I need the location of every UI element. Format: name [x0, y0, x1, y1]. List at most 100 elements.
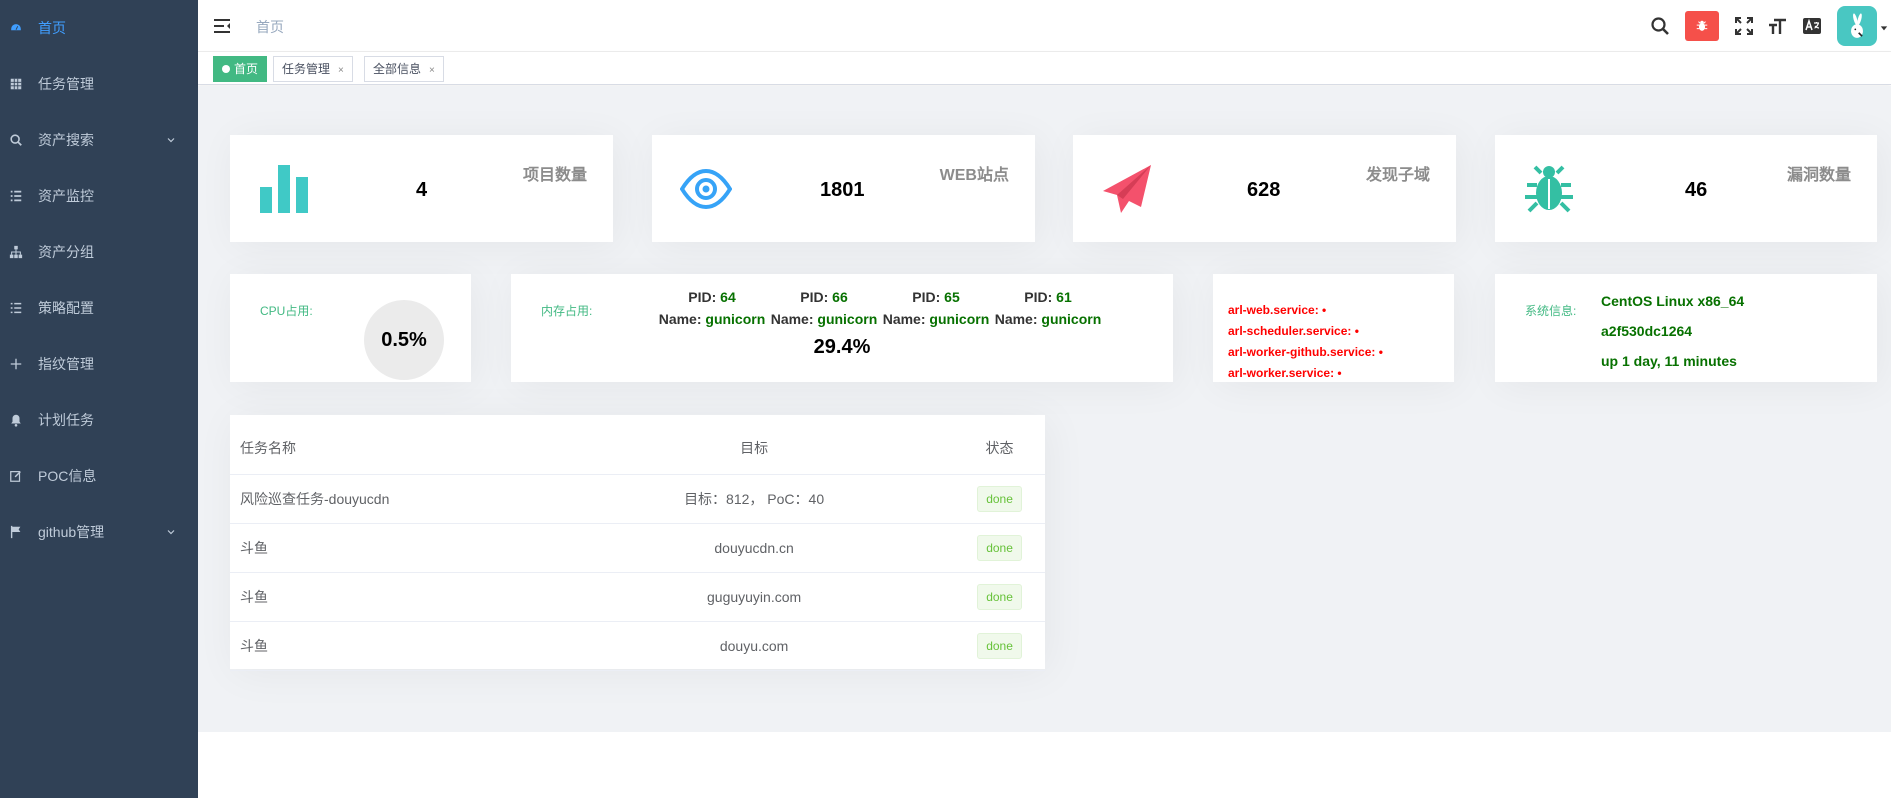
bug-icon [1525, 165, 1573, 213]
tree-icon [8, 244, 24, 260]
pid-value: 64 [720, 289, 736, 305]
task-name: 斗鱼 [230, 621, 555, 671]
pid-label: PID: [688, 289, 717, 305]
sidebar-item-asset-search[interactable]: 资产搜索 [0, 112, 198, 168]
tag-task-management[interactable]: 任务管理 × [273, 56, 353, 82]
column-header: 状态 [954, 415, 1045, 475]
process-item: PID: 64 Name: gunicorn [656, 286, 768, 330]
stat-value: 46 [1685, 179, 1708, 201]
name-label: Name: [994, 311, 1038, 327]
task-status-cell: done [954, 474, 1045, 524]
column-header: 任务名称 [230, 415, 555, 475]
search-icon[interactable] [1643, 9, 1677, 43]
service-status: arl-worker.service: • [1228, 366, 1342, 380]
sidebar-item-label: github管理 [38, 524, 105, 540]
status-badge: done [977, 583, 1022, 610]
table-row[interactable]: 斗鱼 guguyuyin.com done [230, 572, 1045, 622]
pid-label: PID: [1024, 289, 1053, 305]
pid-value: 61 [1056, 289, 1072, 305]
service-status: arl-scheduler.service: • [1228, 324, 1359, 338]
pid-label: PID: [912, 289, 941, 305]
sidebar-item-label: 指纹管理 [38, 356, 94, 372]
services-card: arl-web.service: • arl-scheduler.service… [1213, 274, 1454, 382]
sidebar-item-tasks[interactable]: 任务管理 [0, 56, 198, 112]
pid-label: PID: [800, 289, 829, 305]
sidebar-item-fingerprint[interactable]: 指纹管理 [0, 336, 198, 392]
task-name: 风险巡查任务-douyucdn [230, 474, 555, 524]
service-status: arl-web.service: • [1228, 303, 1327, 317]
bell-icon [8, 412, 24, 428]
translate-icon[interactable] [1795, 9, 1829, 43]
sidebar-item-github[interactable]: github管理 [0, 504, 198, 560]
table-row[interactable]: 斗鱼 douyucdn.cn done [230, 523, 1045, 573]
sidebar-item-label: 任务管理 [38, 76, 94, 92]
process-item: PID: 65 Name: gunicorn [880, 286, 992, 330]
stat-card-subdomains[interactable]: 628 发现子域 [1073, 135, 1456, 242]
sidebar-item-label: 首页 [38, 20, 66, 36]
sidebar-item-asset-monitor[interactable]: 资产监控 [0, 168, 198, 224]
caret-down-icon[interactable] [1877, 16, 1891, 36]
font-size-icon[interactable] [1761, 9, 1795, 43]
dashboard-main: 4 项目数量 1801 WEB站点 628 发现子域 46 漏洞数量 CPU占用… [198, 86, 1891, 732]
dashboard-icon [8, 20, 24, 36]
stat-title: 漏洞数量 [1786, 167, 1851, 184]
system-info-lines: CentOS Linux x86_64 a2f530dc1264 up 1 da… [1601, 286, 1744, 376]
flag-icon [8, 524, 24, 540]
table-row[interactable]: 斗鱼 douyu.com done [230, 621, 1045, 671]
task-name: 斗鱼 [230, 572, 555, 622]
close-icon[interactable]: × [429, 65, 435, 76]
stat-title: 发现子域 [1365, 167, 1430, 184]
fullscreen-icon[interactable] [1727, 9, 1761, 43]
pid-value: 66 [832, 289, 848, 305]
sidebar-item-asset-group[interactable]: 资产分组 [0, 224, 198, 280]
stat-card-vulnerabilities[interactable]: 46 漏洞数量 [1495, 135, 1877, 242]
task-status-cell: done [954, 523, 1045, 573]
name-label: Name: [882, 311, 926, 327]
stat-title: 项目数量 [522, 167, 587, 184]
host-id: a2f530dc1264 [1601, 323, 1693, 339]
sidebar-item-home[interactable]: 首页 [0, 0, 198, 56]
avatar-rabbit-icon [1851, 13, 1863, 38]
search-icon [8, 132, 24, 148]
sidebar-item-policy[interactable]: 策略配置 [0, 280, 198, 336]
name-label: Name: [770, 311, 814, 327]
stat-card-web-sites[interactable]: 1801 WEB站点 [652, 135, 1035, 242]
status-badge: done [977, 534, 1022, 561]
process-name: gunicorn [817, 311, 878, 327]
stat-value: 1801 [820, 179, 865, 201]
hamburger-menu-icon[interactable] [213, 17, 231, 35]
tag-home[interactable]: 首页 [213, 56, 268, 82]
bar-chart-icon [260, 165, 308, 213]
task-target: guguyuyin.com [554, 572, 955, 622]
tags-view: 首页 任务管理 × 全部信息 × [198, 52, 1891, 85]
name-label: Name: [658, 311, 702, 327]
table-row[interactable]: 风险巡查任务-douyucdn 目标：812， PoC：40 done [230, 474, 1045, 524]
pid-value: 65 [944, 289, 960, 305]
avatar[interactable] [1837, 6, 1877, 46]
stat-card-projects[interactable]: 4 项目数量 [230, 135, 613, 242]
close-icon[interactable]: × [338, 65, 344, 76]
bug-icon [1696, 20, 1708, 31]
task-target: douyu.com [554, 621, 955, 671]
status-badge: done [977, 632, 1022, 659]
stat-value: 4 [416, 179, 428, 201]
navbar-actions [1643, 0, 1891, 52]
os-info: CentOS Linux x86_64 [1601, 293, 1745, 309]
eye-icon [680, 168, 732, 210]
process-item: PID: 61 Name: gunicorn [992, 286, 1104, 330]
tag-all-info[interactable]: 全部信息 × [364, 56, 444, 82]
sidebar-item-scheduled[interactable]: 计划任务 [0, 392, 198, 448]
paper-plane-icon [1103, 165, 1151, 213]
list-icon [8, 188, 24, 204]
table-header-row: 任务名称 目标 状态 [230, 415, 1045, 475]
memory-value: 29.4% [813, 336, 871, 358]
navbar: 首页 [198, 0, 1891, 52]
stat-value: 628 [1247, 179, 1281, 201]
active-dot-icon [222, 65, 230, 73]
sidebar-item-poc[interactable]: POC信息 [0, 448, 198, 504]
service-status: arl-worker-github.service: • [1228, 345, 1383, 359]
bug-report-button[interactable] [1685, 11, 1719, 41]
breadcrumb[interactable]: 首页 [256, 17, 284, 37]
process-list: PID: 64 Name: gunicorn PID: 66 Name: gun… [656, 286, 1104, 330]
memory-label: 内存占用: [541, 304, 593, 318]
